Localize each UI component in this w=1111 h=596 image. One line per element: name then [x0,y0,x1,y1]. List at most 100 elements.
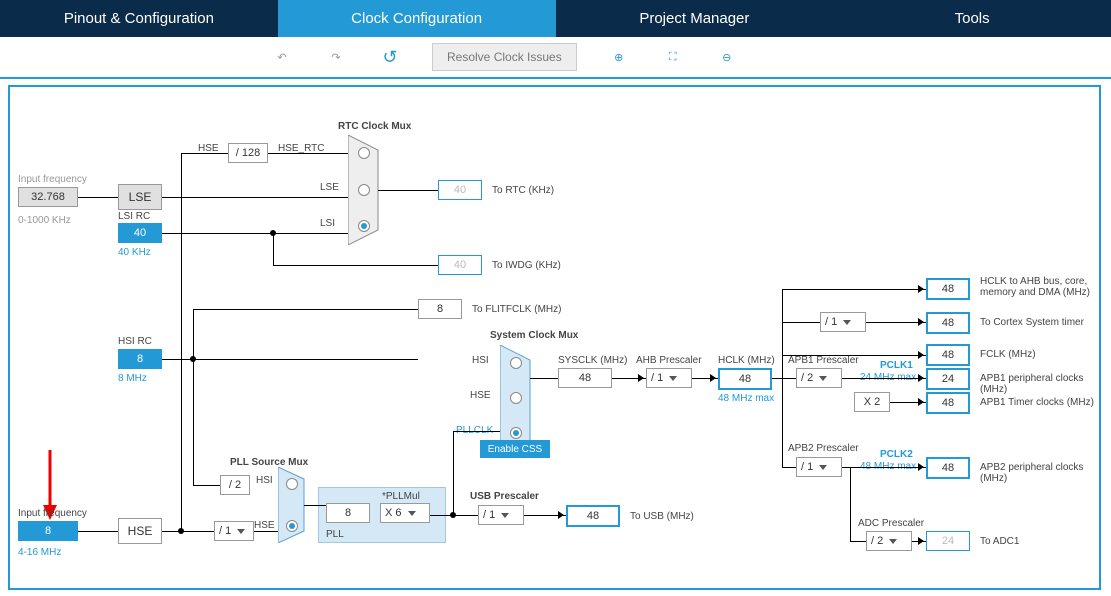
arrow-icon [918,398,924,406]
tab-tools[interactable]: Tools [833,0,1111,37]
apb1-per-label: APB1 peripheral clocks (MHz) [980,373,1099,395]
zoom-out-icon[interactable]: ⊖ [715,45,739,69]
lse-box: LSE [118,184,162,210]
wire [453,431,454,515]
adc-prescaler-select[interactable]: / 2 [866,531,912,551]
hclk-value[interactable]: 48 [718,368,772,390]
rtc-mux-lsi-radio[interactable] [358,220,370,232]
fclk-value: 48 [926,344,970,366]
cortex-value: 48 [926,312,970,334]
arrow-icon [558,511,564,519]
pllsrc-hse-radio[interactable] [286,520,298,532]
hse-div-select[interactable]: / 1 [214,521,254,541]
pllsrc-hsi-label: HSI [256,475,273,486]
apb1-tim-value: 48 [926,392,970,414]
apb2-prescaler-select[interactable]: / 1 [796,457,842,477]
iwdg-out-box: 40 [438,255,482,275]
rtc-lsi-label: LSI [320,218,335,229]
resolve-clock-button[interactable]: Resolve Clock Issues [432,43,577,71]
zoom-in-icon[interactable]: ⊕ [607,45,631,69]
sysclk-pll-radio[interactable] [510,427,522,439]
hclk-label: HCLK (MHz) [718,355,775,366]
tab-project[interactable]: Project Manager [556,0,834,37]
apb1-tim-label: APB1 Timer clocks (MHz) [980,397,1094,408]
wire [530,378,558,379]
wire [162,531,214,532]
rtc-lse-label: LSE [320,182,339,193]
pllsrc-hse-label: HSE [254,520,275,531]
fullscreen-icon[interactable]: ⛶ [661,45,685,69]
sysclk-hsi-radio[interactable] [510,357,522,369]
usb-out-value: 48 [566,505,620,527]
arrow-icon [918,463,924,471]
wire [782,322,820,323]
tab-clock[interactable]: Clock Configuration [278,0,556,37]
wire [782,289,783,467]
hse-input-value[interactable]: 8 [18,521,78,541]
lsi-value: 40 [118,223,162,243]
lse-range-label: 0-1000 KHz [18,215,71,226]
adc-pre-label: ADC Prescaler [858,518,924,529]
reset-icon[interactable]: ↺ [378,45,402,69]
lse-input-value[interactable]: 32.768 [18,187,78,207]
wire [304,505,326,506]
hclk-ahb-label: HCLK to AHB bus, core, memory and DMA (M… [980,276,1095,298]
arrow-icon [918,285,924,293]
pll-label: PLL [326,529,344,540]
arrow-icon [918,374,924,382]
ahb-pre-label: AHB Prescaler [636,355,702,366]
rtc-out-box: 40 [438,180,482,200]
lsi-freq-label: 40 KHz [118,247,151,258]
sysclk-hse-radio[interactable] [510,392,522,404]
wire [162,233,348,234]
rtc-mux-label: RTC Clock Mux [338,121,411,132]
wire [181,153,228,154]
wire [193,309,194,485]
wire [193,309,418,310]
arrow-icon [710,374,716,382]
redo-icon[interactable]: ↷ [324,45,348,69]
rtc-mux-hse-radio[interactable] [358,147,370,159]
wire [866,322,926,323]
arrow-icon [918,537,924,545]
sysclk-value: 48 [558,368,612,388]
wire [782,289,926,290]
cortex-prescaler-select[interactable]: / 1 [820,312,866,332]
hsi-value: 8 [118,349,162,369]
wire [782,467,796,468]
lsi-rc-label: LSI RC [118,211,150,222]
hsi-rc-label: HSI RC [118,336,152,347]
tab-pinout[interactable]: Pinout & Configuration [0,0,278,37]
sysclk-hsi-label: HSI [472,355,489,366]
wire [193,485,220,486]
to-usb-label: To USB (MHz) [630,511,694,522]
wire [453,431,500,432]
apb1-prescaler-select[interactable]: / 2 [796,368,842,388]
to-iwdg-label: To IWDG (KHz) [492,260,561,271]
rtc-mux-lse-radio[interactable] [358,184,370,196]
wire [842,378,926,379]
undo-icon[interactable]: ↶ [270,45,294,69]
pclk1-label: PCLK1 [880,360,913,371]
wire [273,233,274,265]
wire [782,355,926,356]
usb-prescaler-select[interactable]: / 1 [478,505,524,525]
wire [181,153,182,531]
flitfclk-box: 8 [418,299,462,319]
apb2-per-value: 48 [926,457,970,479]
adc-out-value: 24 [926,531,970,551]
lse-input-label: Input frequency [18,174,87,185]
clock-canvas: Input frequency 32.768 0-1000 KHz LSE LS… [8,85,1101,590]
enable-css-box[interactable]: Enable CSS [480,440,550,458]
to-rtc-label: To RTC (KHz) [492,185,554,196]
fclk-label: FCLK (MHz) [980,349,1036,360]
wire [842,467,926,468]
pllmul-select[interactable]: X 6 [380,503,430,523]
wire [850,467,851,541]
sysclk-label: SYSCLK (MHz) [558,355,627,366]
pllsrc-hsi-radio[interactable] [286,478,298,490]
apb1-pre-label: APB1 Prescaler [788,355,859,366]
ahb-prescaler-select[interactable]: / 1 [646,368,692,388]
usb-pre-label: USB Prescaler [470,491,539,502]
arrow-icon [918,351,924,359]
